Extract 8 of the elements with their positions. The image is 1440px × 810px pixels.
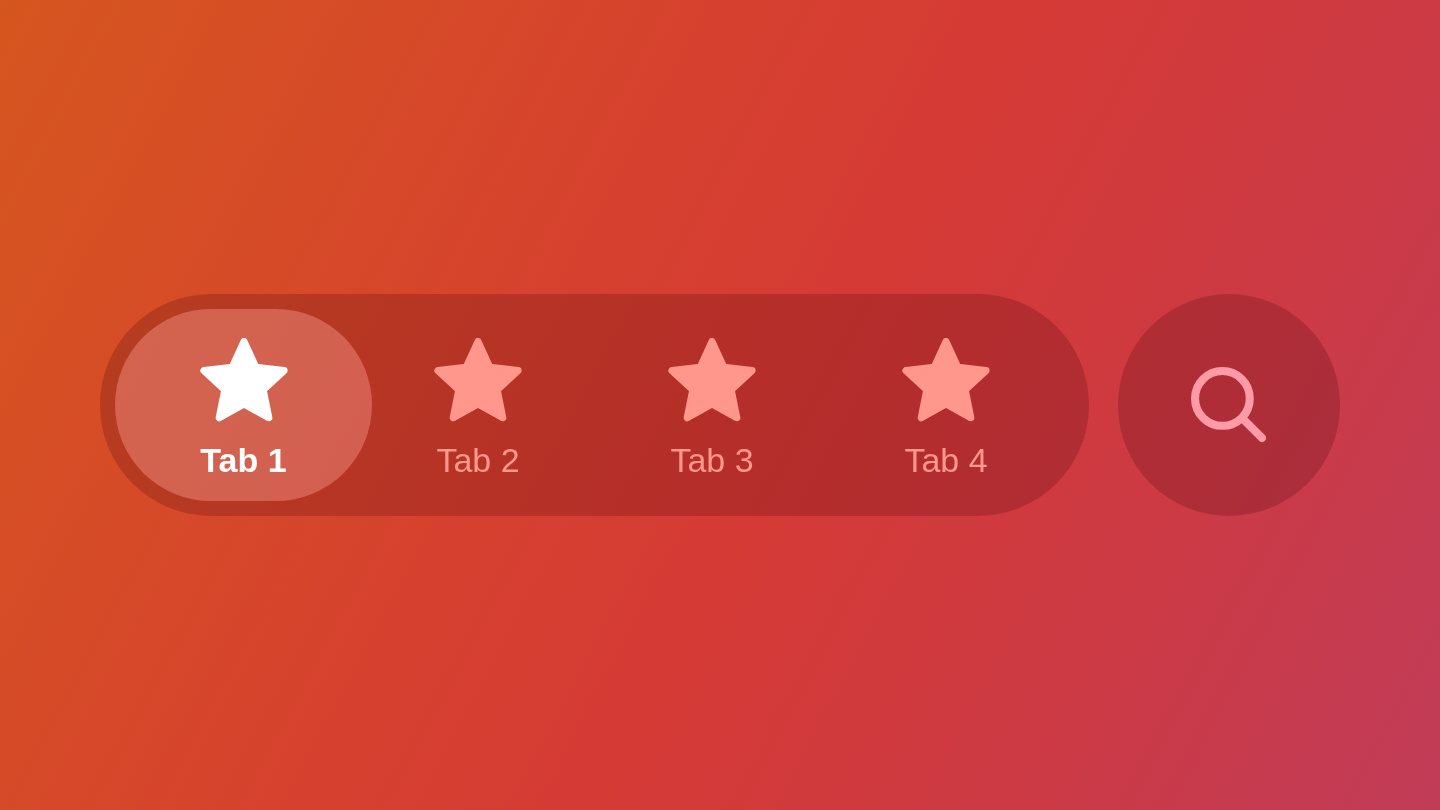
star-icon [668, 337, 756, 422]
tab[interactable]: Tab 1 [115, 308, 372, 501]
tab[interactable]: Tab 4 [829, 308, 1063, 501]
tab[interactable]: Tab 3 [595, 308, 829, 501]
search-icon [1190, 367, 1266, 442]
star-icon [902, 337, 990, 422]
star-icon [199, 337, 288, 422]
star-icon [434, 337, 522, 422]
